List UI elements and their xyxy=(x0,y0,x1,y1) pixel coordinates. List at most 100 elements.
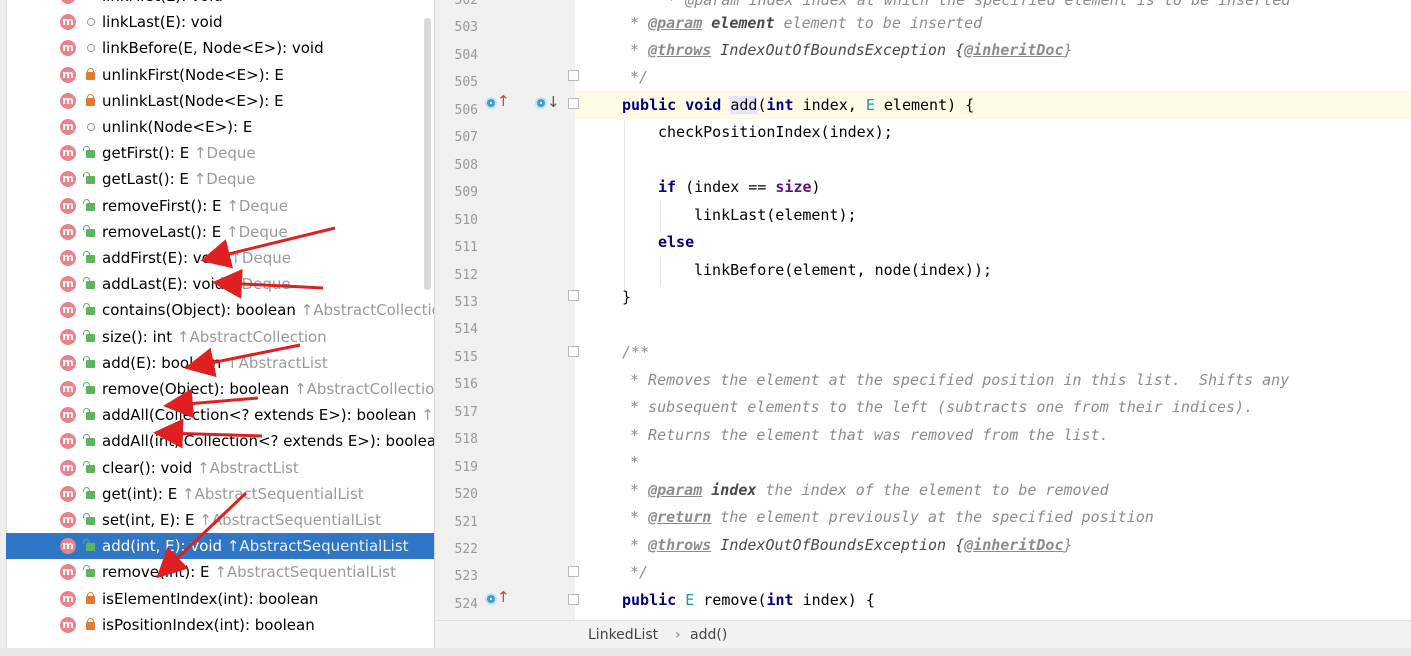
method-icon: m xyxy=(60,197,76,214)
method-icon: m xyxy=(60,407,76,424)
inherited-from-label: ↑AbstractSequentialList xyxy=(199,511,381,529)
line-number: 515 xyxy=(454,349,478,365)
code-line-517: * subsequent elements to the left (subtr… xyxy=(630,398,1254,416)
line-number: 517 xyxy=(454,404,478,420)
structure-item[interactable]: m size(): int ↑AbstractCollection xyxy=(6,324,434,350)
structure-item[interactable]: m removeFirst(): E ↑Deque xyxy=(6,193,434,219)
breadcrumb-method[interactable]: add() xyxy=(690,621,727,649)
structure-item[interactable]: m isPositionIndex(int): boolean xyxy=(6,612,434,638)
inherited-from-label: ↑AbstractList xyxy=(226,353,328,372)
structure-item-label: isElementIndex(int): boolean xyxy=(102,586,318,612)
structure-item[interactable]: m remove(Object): boolean ↑AbstractCollec… xyxy=(6,376,434,402)
structure-item-label: unlinkLast(Node<E>): E xyxy=(102,88,284,114)
line-number: 504 xyxy=(454,47,478,63)
indent-guide xyxy=(660,200,661,230)
line-number: 522 xyxy=(454,542,478,557)
implementation-icon[interactable] xyxy=(535,97,547,109)
structure-item-label: addLast(E): void ↑Deque xyxy=(102,271,291,297)
code-line-520: * @param index the index of the element … xyxy=(630,481,1109,499)
method-signature: unlinkFirst(Node<E>): E xyxy=(102,65,284,84)
structure-item[interactable]: m linkBefore(E, Node<E>): void xyxy=(6,35,434,61)
method-signature: remove(int): E xyxy=(102,563,210,582)
public-unlock-icon xyxy=(83,486,95,499)
code-line-522: * @throws IndexOutOfBoundsException {@in… xyxy=(630,536,1073,554)
structure-item[interactable]: m unlink(Node<E>): E xyxy=(6,114,434,140)
public-unlock-icon xyxy=(83,513,95,525)
method-signature: removeLast(): E xyxy=(102,222,222,241)
method-icon: m xyxy=(60,616,76,633)
line-number: 508 xyxy=(454,157,478,173)
fold-marker[interactable] xyxy=(568,346,579,357)
method-signature: unlinkLast(Node<E>): E xyxy=(102,91,284,110)
inherited-from-label: ↑Deque xyxy=(193,144,256,163)
method-signature: isPositionIndex(int): boolean xyxy=(102,615,315,634)
structure-item[interactable]: m getFirst(): E ↑Deque xyxy=(6,140,434,166)
structure-item[interactable]: m add(int, E): void ↑AbstractSequentialLi… xyxy=(6,533,434,560)
public-unlock-icon xyxy=(83,251,95,263)
indent-guide xyxy=(660,256,661,286)
public-unlock-icon xyxy=(83,355,95,368)
fold-marker[interactable] xyxy=(568,290,579,301)
structure-item[interactable]: m addAll(int, Collection<? extends E>): b… xyxy=(6,428,434,454)
public-unlock-icon xyxy=(83,146,95,159)
structure-item[interactable]: m isElementIndex(int): boolean xyxy=(6,586,434,612)
structure-item-label: isPositionIndex(int): boolean xyxy=(102,612,315,638)
structure-item[interactable]: m add(E): boolean ↑AbstractList xyxy=(6,350,434,376)
public-unlock-icon xyxy=(83,460,95,473)
structure-item-label: addAll(int, Collection<? extends E>): bo… xyxy=(102,428,434,454)
structure-item[interactable]: m unlinkFirst(Node<E>): E xyxy=(6,62,434,88)
code-line-516: * Removes the element at the specified p… xyxy=(630,371,1290,389)
structure-item[interactable]: m addLast(E): void ↑Deque xyxy=(6,271,434,297)
breadcrumb: LinkedList › add() xyxy=(435,620,1411,649)
code-line-503: * @param element element to be inserted xyxy=(630,14,983,32)
structure-item-label: unlinkFirst(Node<E>): E xyxy=(102,62,284,88)
method-icon: m xyxy=(60,590,76,607)
fold-marker[interactable] xyxy=(568,566,579,577)
structure-item-label: set(int, E): E ↑AbstractSequentialList xyxy=(102,507,381,533)
structure-item-label: add(int, E): void ↑AbstractSequentialLis… xyxy=(102,533,409,559)
breadcrumb-class[interactable]: LinkedList xyxy=(588,621,658,649)
structure-item[interactable]: m addFirst(E): void ↑Deque xyxy=(6,245,434,271)
structure-item[interactable]: m remove(int): E ↑AbstractSequentialList xyxy=(6,559,434,585)
code-line-523: */ xyxy=(630,563,649,581)
method-icon: m xyxy=(60,276,76,293)
method-signature: addLast(E): void xyxy=(102,275,225,294)
private-lock-icon xyxy=(86,67,95,80)
overrides-up-arrow-icon[interactable]: ↑ xyxy=(497,590,510,605)
structure-item[interactable]: m contains(Object): boolean ↑AbstractColl… xyxy=(6,297,434,323)
method-icon: m xyxy=(60,564,76,581)
structure-item[interactable]: m linkLast(E): void xyxy=(6,9,434,35)
code-line-509: if (index == size) xyxy=(658,178,821,196)
structure-item[interactable]: m clear(): void ↑AbstractList xyxy=(6,455,434,481)
public-unlock-icon xyxy=(83,277,95,290)
structure-item[interactable]: m linkFirst(E): void xyxy=(6,0,434,9)
structure-panel: m linkFirst(E): void m linkLast(E): void m li… xyxy=(0,0,435,656)
inherited-from-label: ↑AbstractCollection xyxy=(300,301,434,320)
method-icon: m xyxy=(60,66,76,83)
public-unlock-icon xyxy=(83,382,95,394)
code-line-512: linkBefore(element, node(index)); xyxy=(694,261,993,279)
implementation-icon[interactable] xyxy=(485,593,497,605)
overrides-up-arrow-icon[interactable]: ↑ xyxy=(497,94,510,109)
method-icon: m xyxy=(60,250,76,266)
fold-marker[interactable] xyxy=(568,98,579,109)
inherited-from-label: ↑AbstractCollection xyxy=(294,380,434,398)
structure-item[interactable]: m addAll(Collection<? extends E>): boolea… xyxy=(6,402,434,428)
method-icon: m xyxy=(60,0,76,4)
structure-item[interactable]: m getLast(): E ↑Deque xyxy=(6,166,434,192)
structure-item-label: linkBefore(E, Node<E>): void xyxy=(102,35,324,61)
fold-marker[interactable] xyxy=(568,594,579,605)
line-number: 513 xyxy=(454,294,478,310)
public-unlock-icon xyxy=(83,172,95,185)
structure-item[interactable]: m set(int, E): E ↑AbstractSequentialList xyxy=(6,507,434,533)
overridden-down-arrow-icon[interactable]: ↓ xyxy=(547,95,560,110)
implementation-icon[interactable] xyxy=(485,97,497,109)
breadcrumb-separator: › xyxy=(675,627,681,643)
structure-item[interactable]: m unlinkLast(Node<E>): E xyxy=(6,88,434,114)
code-editor[interactable]: 502 503 504 505 506 507 508 509 510 511 512 513 514 5… xyxy=(435,0,1411,620)
structure-scrollbar[interactable] xyxy=(424,18,431,290)
line-number: 506 xyxy=(454,102,478,118)
structure-item[interactable]: m removeLast(): E ↑Deque xyxy=(6,219,434,245)
structure-item[interactable]: m get(int): E ↑AbstractSequentialList xyxy=(6,481,434,507)
fold-marker[interactable] xyxy=(568,70,579,81)
